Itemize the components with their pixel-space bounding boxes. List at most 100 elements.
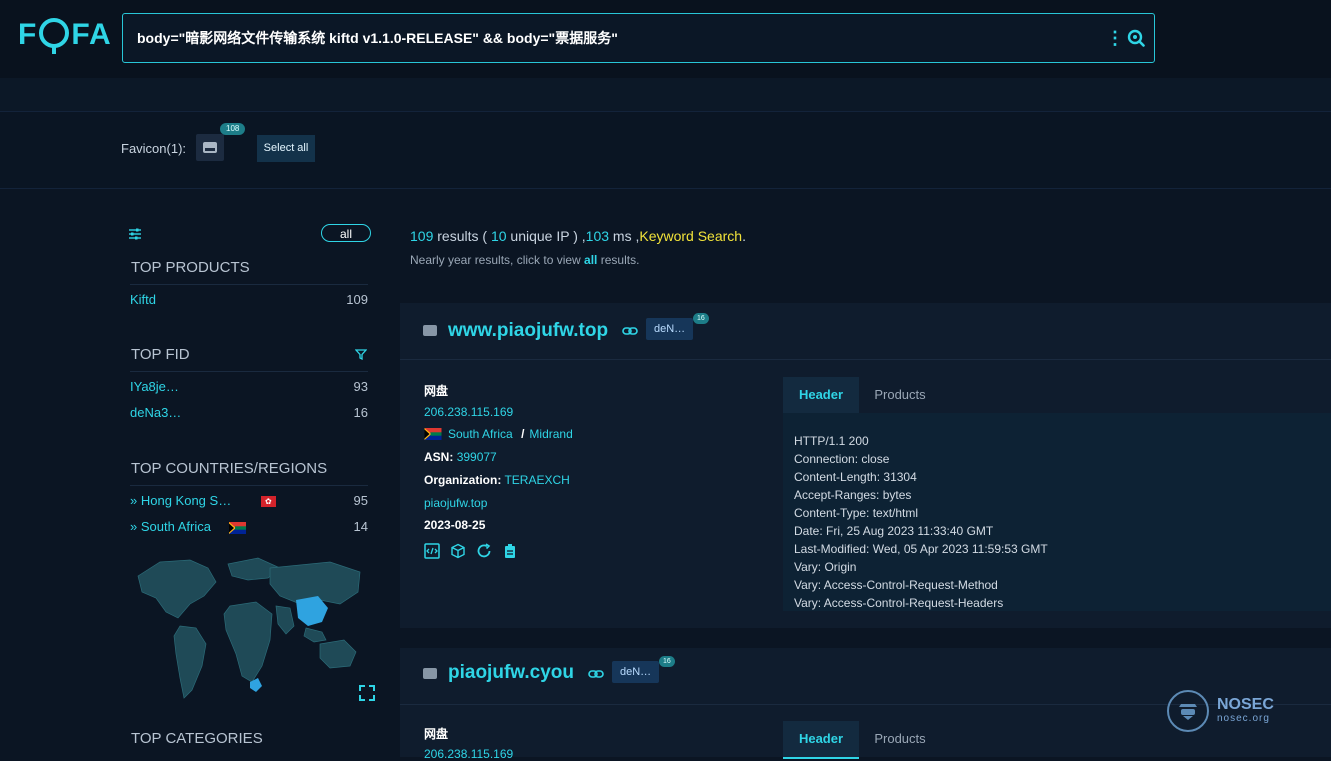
fid-count: 16 [353,405,368,420]
favicon-count-badge: 108 [220,123,246,135]
fid-tag[interactable]: deN… [646,318,694,340]
watermark-name: NOSEC [1217,696,1274,713]
top-countries-title: TOP COUNTRIES/REGIONS [131,460,328,477]
fid-name: IYa8je… [130,379,179,394]
results-summary: 109 results ( 10 unique IP ) ,103 ms ,Ke… [410,228,746,244]
link-icon[interactable] [622,326,638,336]
http-header-lines: HTTP/1.1 200 Connection: close Content-L… [794,432,1324,611]
site-title: 网盘 [424,727,449,741]
country-name: Hong Kong S… [140,493,232,508]
search-box: ⋮ [122,13,1155,63]
divider [130,284,368,285]
header-line: Connection: close [794,452,890,466]
sidebar-item-country[interactable]: » South Africa 14 [130,519,368,541]
query-time: 103 [585,228,610,244]
asn-link[interactable]: 399077 [457,450,497,464]
header-line: Accept-Ranges: bytes [794,488,912,502]
header-line: Content-Length: 31304 [794,470,917,484]
country-count: 14 [353,519,368,534]
ip-link[interactable]: 206.238.115.169 [424,747,513,761]
more-options-icon[interactable]: ⋮ [1106,28,1124,48]
divider [130,485,368,486]
sub-header-band [0,78,1331,111]
http-header-panel: HTTP/1.1 200 Connection: close Content-L… [783,413,1331,611]
product-name: Kiftd [130,292,157,307]
sidebar-item-fid[interactable]: IYa8je… 93 [130,379,368,401]
fid-filter-icon[interactable] [355,349,367,360]
product-count: 109 [346,292,368,307]
host-link[interactable]: piaojufw.cyou [448,662,574,684]
favicon-icon [203,142,217,153]
filter-settings-icon[interactable] [128,227,142,241]
organization-link[interactable]: TERAEXCH [504,473,569,487]
clipboard-icon[interactable] [502,543,518,559]
sidebar-item-country[interactable]: » Hong Kong S… ✿ 95 [130,493,368,515]
header-line: Content-Type: text/html [794,506,919,520]
header-line: Vary: Access-Control-Request-Method [794,578,998,592]
result-card: www.piaojufw.top deN… 16 网盘 206.238.115.… [400,303,1331,628]
city-link[interactable]: Midrand [529,427,572,441]
expand-map-icon[interactable] [358,684,376,702]
site-title: 网盘 [424,384,449,398]
country-count: 95 [353,493,368,508]
top-products-title: TOP PRODUCTS [131,259,250,276]
code-view-icon[interactable] [424,543,440,559]
hong-kong-flag-icon: ✿ [261,496,276,507]
tab-header[interactable]: Header [783,377,859,415]
favicon-thumbnail[interactable] [196,134,224,161]
watermark-site: nosec.org [1217,713,1270,724]
south-africa-flag-icon [229,522,246,534]
search-icon[interactable] [1126,28,1146,48]
world-map[interactable] [130,548,370,708]
location-separator: / [521,427,525,441]
south-africa-flag-icon [424,428,442,440]
header-line: HTTP/1.1 200 [794,434,869,448]
result-actions [424,543,518,559]
host-icon [423,668,437,679]
result-tabs: Header Products [783,377,1331,415]
country-name: South Africa [140,519,211,534]
country-link[interactable]: South Africa [448,427,513,441]
results-period-note: Nearly year results, click to view all r… [410,253,640,267]
chevron-right-icon: » [130,519,138,534]
fofa-logo[interactable]: F FA [18,18,112,54]
keyword-search-label[interactable]: Keyword Search [639,228,742,244]
search-input[interactable] [137,14,1077,62]
tab-header[interactable]: Header [783,721,859,759]
host-link[interactable]: www.piaojufw.top [448,320,608,342]
fid-name: deNa3… [130,405,182,420]
fid-tag-count: 16 [659,656,675,667]
select-all-button[interactable]: Select all [257,135,315,162]
refresh-icon[interactable] [476,543,492,559]
fid-count: 93 [353,379,368,394]
unique-ip-count: 10 [490,228,507,244]
nosec-logo-icon [1167,690,1209,732]
host-icon [423,325,437,336]
nosec-watermark: NOSEC nosec.org [1167,689,1274,733]
ip-link[interactable]: 206.238.115.169 [424,405,513,419]
domain-link[interactable]: piaojufw.top [424,496,487,510]
fid-tag-count: 16 [693,313,709,324]
cube-icon[interactable] [450,543,466,559]
tab-products[interactable]: Products [859,721,941,757]
header-line: Vary: Access-Control-Request-Headers [794,596,1004,610]
sidebar-item-kiftd[interactable]: Kiftd 109 [130,292,368,314]
divider [130,371,368,372]
chevron-right-icon: » [130,493,138,508]
top-fid-title: TOP FID [131,346,190,363]
header-line: Date: Fri, 25 Aug 2023 11:33:40 GMT [794,524,994,538]
header-line: Last-Modified: Wed, 05 Apr 2023 11:59:53… [794,542,1048,556]
tab-products[interactable]: Products [859,377,941,413]
result-date: 2023-08-25 [424,518,486,532]
asn-label: ASN: [424,450,454,464]
sidebar-item-fid[interactable]: deNa3… 16 [130,405,368,427]
fid-tag[interactable]: deN… [612,661,660,683]
result-card-header: www.piaojufw.top deN… 16 [400,303,1331,360]
top-categories-title: TOP CATEGORIES [131,730,263,747]
organization-label: Organization: [424,473,502,487]
favicon-label: Favicon(1): [121,141,187,156]
link-icon[interactable] [588,669,604,679]
result-count: 109 [410,228,434,244]
view-all-link[interactable]: all [584,253,597,267]
all-filter-button[interactable]: all [321,224,371,242]
